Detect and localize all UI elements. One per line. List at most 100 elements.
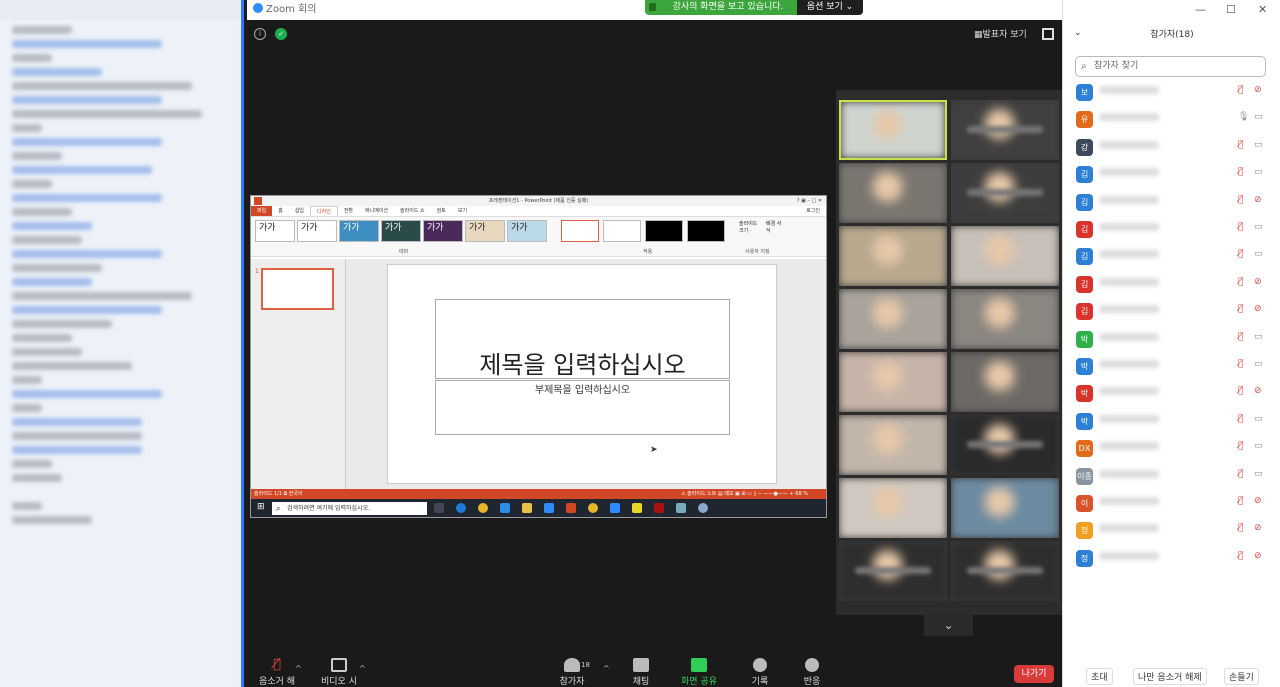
- mic-muted-icon[interactable]: 🎙̸: [1238, 386, 1248, 398]
- video-tile[interactable]: [839, 226, 947, 286]
- camera-off-icon[interactable]: ⊘: [1254, 277, 1266, 289]
- zoom-app-icon-2[interactable]: [610, 503, 620, 513]
- mic-on-icon[interactable]: 🎙: [1238, 112, 1249, 124]
- variant-1[interactable]: [561, 220, 599, 242]
- participant-row[interactable]: 김 🎙̸ ▭: [1063, 164, 1280, 191]
- participant-row[interactable]: 김 🎙̸ ▭: [1063, 246, 1280, 273]
- ppt-tab-design[interactable]: 디자인: [310, 206, 338, 216]
- participant-row[interactable]: 강 🎙̸ ▭: [1063, 137, 1280, 164]
- background-format-button[interactable]: 배경 서식: [766, 220, 782, 234]
- video-tile[interactable]: [839, 163, 947, 223]
- start-video-button[interactable]: 비디오 시작: [317, 658, 361, 687]
- camera-off-icon[interactable]: ⊘: [1254, 304, 1266, 316]
- windows-start-icon[interactable]: ⊞: [257, 502, 265, 512]
- mic-muted-icon[interactable]: 🎙̸: [1238, 195, 1248, 207]
- video-tile[interactable]: [951, 478, 1059, 538]
- reactions-button[interactable]: 반응: [799, 658, 825, 687]
- camera-on-icon[interactable]: ▭: [1254, 332, 1266, 344]
- minimize-icon[interactable]: —: [1195, 3, 1206, 16]
- participant-row[interactable]: 박 🎙̸ ▭: [1063, 356, 1280, 383]
- subtitle-placeholder[interactable]: 부제목을 입력하십시오: [435, 380, 730, 435]
- camera-on-icon[interactable]: ▭: [1254, 222, 1266, 234]
- app-icon-yellow[interactable]: [632, 503, 642, 513]
- camera-off-icon[interactable]: ⊘: [1254, 85, 1266, 97]
- video-tile[interactable]: [839, 415, 947, 475]
- video-options-caret[interactable]: ^: [359, 664, 366, 673]
- close-icon[interactable]: ✕: [1258, 3, 1267, 16]
- camera-on-icon[interactable]: ▭: [1254, 249, 1266, 261]
- mic-muted-icon[interactable]: 🎙̸: [1238, 140, 1248, 152]
- edge-icon[interactable]: [456, 503, 466, 513]
- mic-muted-icon[interactable]: 🎙̸: [1238, 551, 1248, 563]
- video-tile[interactable]: [839, 541, 947, 601]
- camera-on-icon[interactable]: ▭: [1254, 414, 1266, 426]
- view-options-button[interactable]: 옵션 보기 ⌄: [797, 0, 863, 15]
- ppt-sign-in[interactable]: 로그인: [800, 206, 826, 216]
- chat-button[interactable]: 채팅: [625, 658, 657, 687]
- mic-muted-icon[interactable]: 🎙̸: [1238, 332, 1248, 344]
- participant-row[interactable]: 박 🎙̸ ▭: [1063, 329, 1280, 356]
- audio-options-caret[interactable]: ^: [295, 664, 302, 673]
- theme-6[interactable]: 가가: [465, 220, 505, 242]
- unmute-me-button[interactable]: 나만 음소거 해제: [1133, 668, 1207, 685]
- chrome-icon[interactable]: [478, 503, 488, 513]
- task-view-icon[interactable]: [434, 503, 444, 513]
- ppt-tab-transitions[interactable]: 전환: [338, 206, 359, 216]
- mic-muted-icon[interactable]: 🎙̸: [1238, 277, 1248, 289]
- theme-7[interactable]: 가가: [507, 220, 547, 242]
- raise-hand-button[interactable]: 손들기: [1224, 668, 1259, 685]
- maximize-icon[interactable]: ☐: [1226, 3, 1236, 16]
- participant-row[interactable]: 이 🎙̸ ⊘: [1063, 493, 1280, 520]
- variant-2[interactable]: [603, 220, 641, 242]
- file-explorer-icon[interactable]: [522, 503, 532, 513]
- ppt-tab-view[interactable]: 보기: [452, 206, 473, 216]
- ppt-window-controls[interactable]: ? ▣ – □ ✕: [797, 196, 822, 206]
- chevron-down-icon[interactable]: ⌄: [924, 615, 973, 636]
- video-tile[interactable]: [839, 100, 947, 160]
- camera-off-icon[interactable]: ⊘: [1254, 496, 1266, 508]
- mic-muted-icon[interactable]: 🎙̸: [1238, 496, 1248, 508]
- camera-on-icon[interactable]: ▭: [1254, 167, 1266, 179]
- chrome-icon-2[interactable]: [588, 503, 598, 513]
- meeting-info-icon[interactable]: i: [254, 28, 266, 40]
- mic-muted-icon[interactable]: 🎙̸: [1238, 359, 1248, 371]
- video-tile[interactable]: [951, 352, 1059, 412]
- share-screen-button[interactable]: 화면 공유: [679, 658, 719, 687]
- participant-row[interactable]: DX 🎙̸ ▭: [1063, 438, 1280, 465]
- record-button[interactable]: 기록: [747, 658, 773, 687]
- theme-2[interactable]: 가가: [297, 220, 337, 242]
- theme-5[interactable]: 가가: [423, 220, 463, 242]
- camera-on-icon[interactable]: ▭: [1254, 359, 1266, 371]
- taskbar-search[interactable]: 검색하려면 여기에 입력하십시오.: [272, 502, 427, 515]
- participants-caret[interactable]: ^: [603, 664, 610, 673]
- theme-office[interactable]: 가가: [255, 220, 295, 242]
- invite-button[interactable]: 초대: [1086, 668, 1113, 685]
- mic-muted-icon[interactable]: 🎙̸: [1238, 222, 1248, 234]
- participant-row[interactable]: 박 🎙̸ ▭: [1063, 411, 1280, 438]
- camera-on-icon[interactable]: ▭: [1254, 469, 1266, 481]
- ppt-tab-review[interactable]: 검토: [431, 206, 452, 216]
- camera-on-icon[interactable]: ▭: [1254, 441, 1266, 453]
- ppt-tab-file[interactable]: 파일: [251, 206, 273, 216]
- camera-off-icon[interactable]: ⊘: [1254, 523, 1266, 535]
- theme-3[interactable]: 가가: [339, 220, 379, 242]
- participant-row[interactable]: 유 🎙 ▭: [1063, 109, 1280, 136]
- video-tile[interactable]: [951, 163, 1059, 223]
- video-tile[interactable]: [951, 100, 1059, 160]
- ppt-tab-slideshow[interactable]: 슬라이드 쇼: [394, 206, 431, 216]
- slide-size-button[interactable]: 슬라이드 크기 ·: [739, 220, 763, 234]
- mic-muted-icon[interactable]: 🎙̸: [1238, 249, 1248, 261]
- video-tile[interactable]: [951, 226, 1059, 286]
- participant-row[interactable]: 이종 🎙̸ ▭: [1063, 466, 1280, 493]
- camera-on-icon[interactable]: ▭: [1254, 112, 1266, 124]
- slide-thumbnail[interactable]: [261, 268, 334, 310]
- participant-row[interactable]: 김 🎙̸ ⊘: [1063, 301, 1280, 328]
- video-tile[interactable]: [951, 541, 1059, 601]
- mic-muted-icon[interactable]: 🎙̸: [1238, 414, 1248, 426]
- video-tile[interactable]: [951, 415, 1059, 475]
- mic-muted-icon[interactable]: 🎙̸: [1238, 441, 1248, 453]
- leave-button[interactable]: 나가기: [1014, 665, 1054, 683]
- video-tile[interactable]: [839, 478, 947, 538]
- video-tile[interactable]: [839, 352, 947, 412]
- participant-row[interactable]: 김 🎙̸ ⊘: [1063, 192, 1280, 219]
